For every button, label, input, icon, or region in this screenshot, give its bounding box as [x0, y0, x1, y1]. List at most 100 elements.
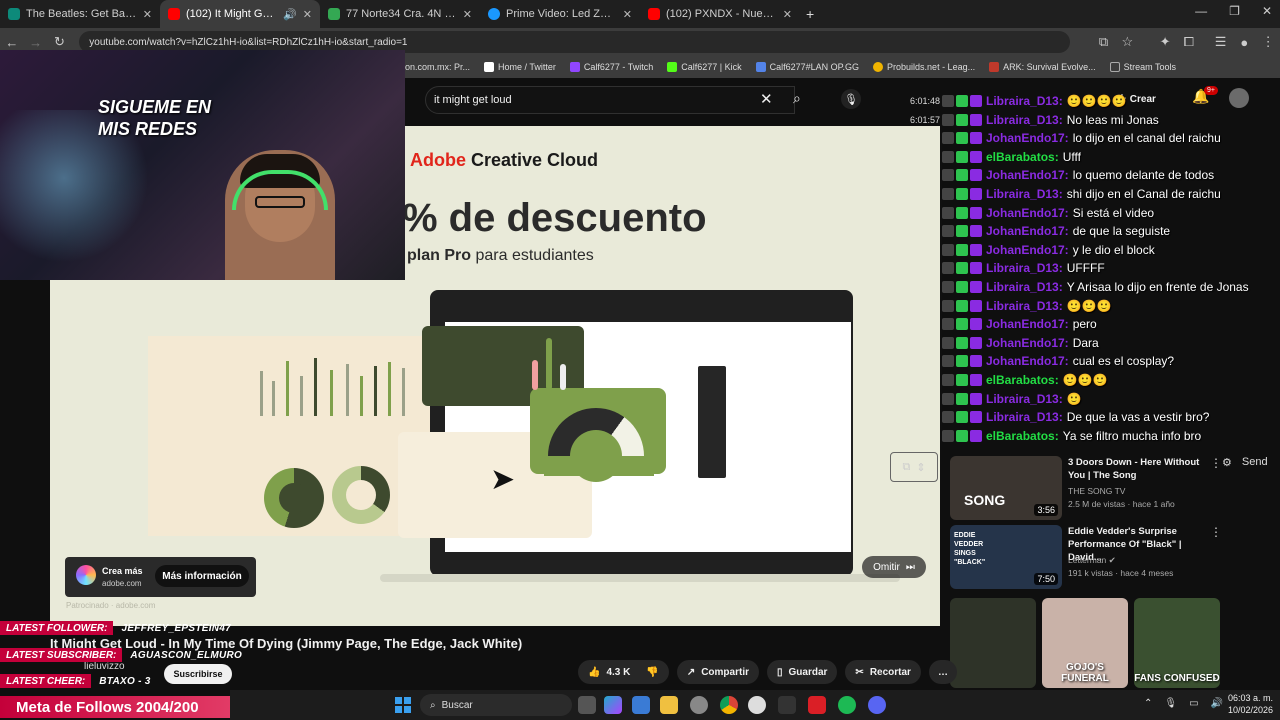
more-vert-icon[interactable]: ⋮	[1256, 34, 1280, 50]
chat-username[interactable]: JohanEndo17:	[986, 168, 1069, 182]
speaker-icon[interactable]: 🔊	[283, 8, 297, 21]
bookmark-item[interactable]: Calf6277#LAN OP.GG	[755, 62, 859, 72]
chat-username[interactable]: elBarabatos:	[986, 150, 1059, 164]
chrome-icon[interactable]	[720, 696, 738, 714]
short-thumbnail[interactable]: FANS CONFUSED	[1134, 598, 1220, 688]
clear-search-icon[interactable]: ✕	[760, 90, 773, 108]
more-info-button[interactable]: Más información	[155, 565, 249, 587]
chat-mode-toggle[interactable]: ⧉ ⇕	[890, 452, 938, 482]
chat-username[interactable]: elBarabatos:	[986, 429, 1059, 443]
store-icon[interactable]	[632, 696, 650, 714]
network-icon[interactable]: ▭	[1189, 698, 1198, 709]
chat-username[interactable]: Libraira_D13:	[986, 261, 1063, 275]
settings-icon[interactable]	[690, 696, 708, 714]
file-explorer-icon[interactable]	[660, 696, 678, 714]
chat-username[interactable]: Libraira_D13:	[986, 113, 1063, 127]
chat-username[interactable]: JohanEndo17:	[986, 243, 1069, 257]
minimize-icon[interactable]: —	[1195, 4, 1207, 18]
close-window-icon[interactable]: ✕	[1262, 4, 1272, 18]
bookmark-item[interactable]: Probuilds.net - Leag...	[873, 62, 975, 72]
chevron-up-icon[interactable]: ⌃	[1144, 698, 1152, 709]
browser-tab-active[interactable]: (102) It Might Get Loud - In 🔊 ✕	[160, 0, 320, 28]
discord-icon[interactable]	[868, 696, 886, 714]
chat-username[interactable]: JohanEndo17:	[986, 336, 1069, 350]
close-tab-icon[interactable]: ✕	[463, 8, 472, 21]
maximize-icon[interactable]: ❐	[1229, 4, 1240, 18]
browser-tab[interactable]: Prime Video: Led Zeppelin: The ✕	[480, 0, 640, 28]
chat-username[interactable]: Libraira_D13:	[986, 392, 1063, 406]
microphone-icon[interactable]: 🎙	[1164, 698, 1177, 709]
task-view-icon[interactable]	[578, 696, 596, 714]
bookmark-item[interactable]: Calf6277 | Kick	[667, 62, 742, 72]
chat-username[interactable]: JohanEndo17:	[986, 317, 1069, 331]
microphone-icon[interactable]: 🎙	[841, 89, 861, 109]
chat-username[interactable]: JohanEndo17:	[986, 224, 1069, 238]
short-thumbnail[interactable]	[950, 598, 1036, 688]
obs-icon[interactable]	[778, 696, 796, 714]
creative-cloud-icon[interactable]	[808, 696, 826, 714]
video-thumbnail[interactable]: EDDIE VEDDER SINGS "BLACK" 7:50	[950, 525, 1062, 589]
dislike-icon[interactable]: 👎	[646, 667, 658, 678]
send-button[interactable]: Send	[1242, 456, 1268, 469]
clip-button[interactable]: ✂ Recortar	[845, 660, 921, 684]
extension-icon[interactable]: ✦	[1153, 34, 1177, 50]
chat-username[interactable]: JohanEndo17:	[986, 131, 1069, 145]
bookmark-folder[interactable]: Stream Tools	[1109, 62, 1176, 72]
skip-ad-button[interactable]: Omitir ⏭	[862, 556, 926, 578]
bookmark-item[interactable]: Home / Twitter	[484, 62, 556, 72]
settings-gear-icon[interactable]: ⚙	[1222, 456, 1232, 469]
copilot-icon[interactable]	[604, 696, 622, 714]
recommended-channel[interactable]: THE SONG TV	[1068, 486, 1125, 496]
profile-icon[interactable]: ●	[1232, 35, 1256, 50]
browser-tab[interactable]: (102) PXNDX - Nuestra Aflicción ✕	[640, 0, 800, 28]
chat-username[interactable]: elBarabatos:	[986, 373, 1059, 387]
back-icon[interactable]: ←	[0, 35, 24, 50]
search-input[interactable]: it might get loud	[425, 86, 795, 114]
subscribe-button[interactable]: Suscribirse	[164, 664, 232, 684]
chat-username[interactable]: Libraira_D13:	[986, 94, 1063, 108]
chat-username[interactable]: Libraira_D13:	[986, 187, 1063, 201]
puzzle-icon[interactable]: ⧠	[1177, 34, 1201, 50]
chat-username[interactable]: Libraira_D13:	[986, 410, 1063, 424]
chevron-right-icon[interactable]: ›	[1212, 670, 1216, 685]
more-vert-icon[interactable]: ⋮	[1210, 525, 1222, 539]
windows-start-icon[interactable]	[395, 697, 411, 713]
close-tab-icon[interactable]: ✕	[143, 8, 152, 21]
like-button[interactable]: 👍 4.3 K 👎	[578, 660, 669, 684]
browser-tab[interactable]: The Beatles: Get Back | Disney+ ✕	[0, 0, 160, 28]
more-vert-icon[interactable]: ⋮	[1210, 456, 1222, 470]
chat-badge-icon	[942, 169, 954, 182]
app-icon[interactable]	[748, 696, 766, 714]
bookmark-star-icon[interactable]: ☆	[1115, 34, 1139, 50]
recommended-channel[interactable]: Letterman ✔	[1068, 555, 1116, 566]
search-icon[interactable]: ⌕	[793, 90, 801, 107]
menu-list-icon[interactable]: ☰	[1209, 34, 1233, 50]
chat-username[interactable]: JohanEndo17:	[986, 206, 1069, 220]
video-thumbnail[interactable]: SONG 3:56	[950, 456, 1062, 520]
close-tab-icon[interactable]: ✕	[783, 8, 792, 21]
spotify-icon[interactable]	[838, 696, 856, 714]
channel-name[interactable]: lieluvizzo	[84, 661, 125, 672]
close-tab-icon[interactable]: ✕	[623, 8, 632, 21]
taskbar-search[interactable]: ⌕ Buscar	[420, 694, 572, 716]
taskbar-clock[interactable]: 06:03 a. m. 10/02/2026	[1228, 692, 1273, 716]
browser-tab[interactable]: 77 Norte34 Cra. 4N - Google M ✕	[320, 0, 480, 28]
short-thumbnail[interactable]: GOJO'S FUNERAL	[1042, 598, 1128, 688]
forward-icon[interactable]: →	[24, 35, 48, 50]
bookmark-item[interactable]: on.com.mx: Pr...	[405, 62, 470, 72]
chat-username[interactable]: Libraira_D13:	[986, 299, 1063, 313]
more-actions-button[interactable]: …	[928, 660, 957, 684]
install-icon[interactable]: ⧉	[1092, 34, 1116, 50]
close-tab-icon[interactable]: ✕	[303, 8, 312, 21]
new-tab-icon[interactable]: +	[806, 6, 814, 22]
chat-username[interactable]: Libraira_D13:	[986, 280, 1063, 294]
volume-icon[interactable]: 🔊	[1211, 698, 1223, 709]
recommended-title[interactable]: 3 Doors Down - Here Without You | The So…	[1068, 456, 1208, 482]
reload-icon[interactable]: ↻	[48, 34, 72, 50]
share-button[interactable]: ↗ Compartir	[676, 660, 759, 684]
chat-username[interactable]: JohanEndo17:	[986, 354, 1069, 368]
recommended-video[interactable]: EDDIE VEDDER SINGS "BLACK" 7:50 Eddie Ve…	[950, 525, 1275, 589]
save-button[interactable]: ▯ Guardar	[767, 660, 838, 684]
bookmark-item[interactable]: Calf6277 - Twitch	[569, 62, 653, 72]
bookmark-item[interactable]: ARK: Survival Evolve...	[989, 62, 1096, 72]
